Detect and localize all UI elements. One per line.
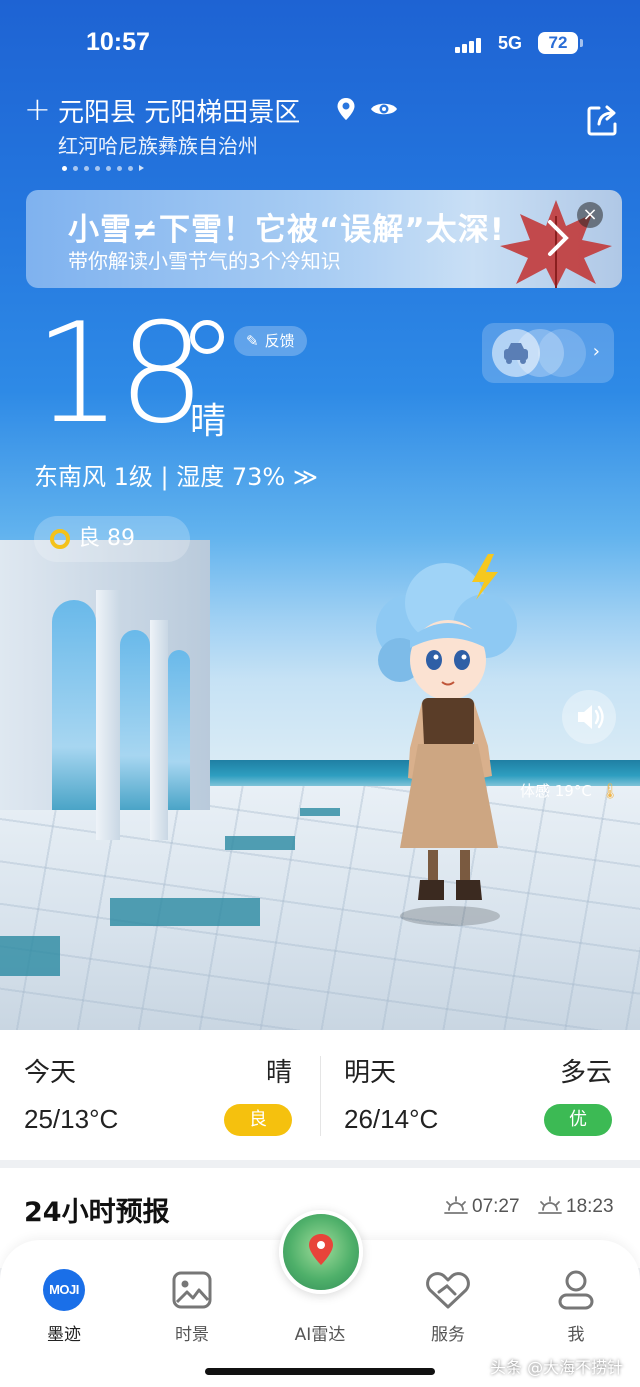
- feels-like: 体感 19°C 🌡: [520, 780, 620, 801]
- signal-icon: [455, 34, 483, 53]
- feels-like-text: 体感 19°C: [520, 782, 592, 800]
- day-temp-range: 25/13°C: [24, 1104, 119, 1134]
- weather-avatar-character[interactable]: [360, 548, 540, 928]
- radar-icon[interactable]: [279, 1210, 363, 1294]
- user-icon: [558, 1270, 594, 1310]
- day-temp-range: 26/14°C: [344, 1104, 439, 1134]
- tab-label: 墨迹: [47, 1325, 81, 1345]
- image-icon: [172, 1271, 212, 1309]
- status-time: 10:57: [86, 28, 150, 56]
- watermark: 头条 @大海不捞针: [490, 1358, 624, 1377]
- share-icon[interactable]: [585, 104, 619, 142]
- page-indicator: [62, 156, 150, 175]
- feedback-label: 反馈: [264, 332, 295, 350]
- banner-title: 小雪≠下雪！它被“误解”太深!: [68, 212, 505, 248]
- network-type: 5G: [498, 33, 523, 53]
- sunset: 18:23: [538, 1196, 614, 1218]
- tab-me[interactable]: 我: [531, 1266, 621, 1345]
- moji-logo-icon: MOJI: [43, 1269, 85, 1311]
- day-label: 明天: [344, 1058, 397, 1088]
- tab-label: 服务: [431, 1325, 465, 1345]
- location-name[interactable]: 元阳县 元阳梯田景区: [58, 92, 300, 129]
- pencil-icon: ✎: [246, 332, 259, 350]
- current-condition: 晴: [190, 401, 227, 442]
- degree-symbol: [190, 320, 224, 354]
- car-icon: [492, 329, 540, 377]
- today-card[interactable]: 今天 晴 25/13°C 良: [0, 1030, 320, 1160]
- aqi-label: 良 89: [78, 526, 135, 551]
- feedback-button[interactable]: ✎ 反馈: [234, 326, 307, 356]
- battery-icon: 72: [538, 32, 583, 54]
- banner-close-button[interactable]: ×: [577, 202, 603, 228]
- plus-icon[interactable]: +: [24, 90, 51, 128]
- day-aqi-badge: 优: [544, 1104, 612, 1136]
- sunset-time: 18:23: [566, 1196, 614, 1217]
- wind-humidity[interactable]: 东南风 1级 | 湿度 73% ≫: [34, 457, 318, 492]
- tab-scenery[interactable]: 时景: [147, 1266, 237, 1345]
- tab-services[interactable]: 服务: [403, 1266, 493, 1345]
- tab-moji[interactable]: MOJI 墨迹: [19, 1266, 109, 1345]
- life-advice-widget[interactable]: ›: [482, 323, 614, 383]
- speaker-icon: [578, 705, 604, 729]
- current-temperature: 18: [34, 293, 206, 454]
- sunrise-time: 07:27: [472, 1196, 520, 1217]
- day-label: 今天: [24, 1058, 77, 1088]
- hourly-forecast-title: 24小时预报: [24, 1197, 170, 1228]
- chevron-right-icon: [548, 220, 569, 256]
- aqi-ring-icon: [50, 529, 70, 549]
- tab-label: 我: [567, 1325, 585, 1345]
- promo-banner[interactable]: 小雪≠下雪！它被“误解”太深! 带你解读小雪节气的3个冷知识: [26, 190, 622, 288]
- eye-icon[interactable]: [370, 100, 398, 122]
- service-icon: [426, 1272, 470, 1309]
- banner-subtitle: 带你解读小雪节气的3个冷知识: [68, 249, 341, 273]
- day-condition: 多云: [559, 1058, 612, 1088]
- arcade: [0, 540, 215, 840]
- chevron-right-icon: ›: [592, 341, 600, 362]
- sunrise-icon: [444, 1196, 468, 1214]
- tab-label: AI雷达: [294, 1325, 346, 1345]
- thermometer-icon: 🌡: [600, 782, 620, 800]
- day-condition: 晴: [265, 1058, 292, 1088]
- sunrise: 07:27: [444, 1196, 520, 1218]
- divider: [320, 1056, 321, 1136]
- status-bar: 10:57 5G 72: [0, 26, 640, 62]
- tomorrow-card[interactable]: 明天 多云 26/14°C 优: [320, 1030, 640, 1160]
- tab-label: 时景: [175, 1325, 209, 1345]
- location-region: 红河哈尼族彝族自治州: [58, 134, 258, 158]
- speaker-button[interactable]: [562, 690, 616, 744]
- location-pin-icon: [336, 97, 356, 125]
- aqi-badge[interactable]: 良 89: [34, 516, 190, 562]
- home-indicator: [205, 1368, 435, 1375]
- day-aqi-badge: 良: [224, 1104, 292, 1136]
- sunset-icon: [538, 1196, 562, 1214]
